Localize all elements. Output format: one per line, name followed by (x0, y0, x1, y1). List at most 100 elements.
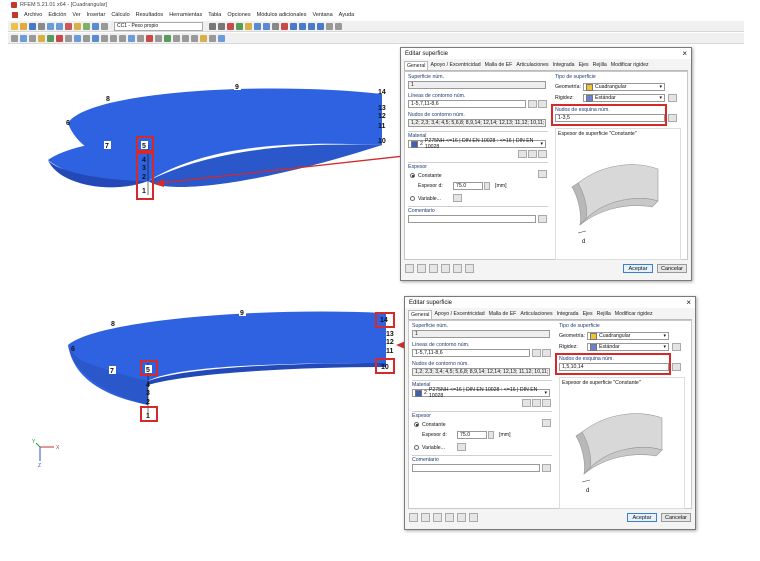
tab-general[interactable]: General (408, 310, 433, 319)
tab-hinges[interactable]: Articulaciones (514, 61, 550, 70)
prev-case-icon[interactable] (209, 22, 216, 30)
cancel-button[interactable]: Cancelar (661, 513, 691, 522)
numbering-icon[interactable] (218, 34, 225, 42)
menu-calculo[interactable]: Cálculo (111, 12, 129, 18)
iso-view-icon[interactable] (290, 22, 297, 30)
select-icon[interactable] (11, 34, 18, 42)
surface-icon[interactable] (47, 34, 54, 42)
edit-lines-icon[interactable] (542, 349, 551, 357)
boundary-lines-input[interactable]: 1-5,7,11-8,6 (408, 100, 526, 108)
tab-fe-mesh[interactable]: Malla de EF (483, 61, 515, 70)
info-icon[interactable] (457, 513, 466, 522)
menu-ventana[interactable]: Ventana (312, 12, 332, 18)
check-values-icon[interactable] (417, 264, 426, 273)
thickness-edit-icon[interactable] (538, 170, 547, 178)
menu-modulos[interactable]: Módulos adicionales (257, 12, 307, 18)
delete-icon[interactable] (146, 34, 153, 42)
menu-insertar[interactable]: Insertar (87, 12, 106, 18)
tab-support[interactable]: Apoyo / Excentricidad (428, 61, 482, 70)
line-icon[interactable] (20, 34, 27, 42)
member-icon[interactable] (38, 34, 45, 42)
stiffness-select[interactable]: Estándar ▾ (583, 94, 665, 102)
redo-icon[interactable] (56, 22, 63, 30)
tab-axes[interactable]: Ejes (581, 310, 595, 319)
variable-radio[interactable] (414, 445, 419, 450)
material-library-icon[interactable] (522, 399, 531, 407)
measure-icon[interactable] (155, 34, 162, 42)
divide-icon[interactable] (137, 34, 144, 42)
material-edit-icon[interactable] (542, 399, 551, 407)
next-case-icon[interactable] (218, 22, 225, 30)
tab-stiffness[interactable]: Modificar rigidez (613, 310, 655, 319)
constant-radio[interactable] (410, 173, 415, 178)
guide-icon[interactable] (191, 34, 198, 42)
menu-archivo[interactable]: Archivo (24, 12, 42, 18)
tab-fe-mesh[interactable]: Malla de EF (487, 310, 519, 319)
menu-resultados[interactable]: Resultados (136, 12, 164, 18)
check-icon[interactable] (164, 34, 171, 42)
tab-hinges[interactable]: Articulaciones (518, 310, 554, 319)
select-nodes-icon[interactable] (668, 114, 677, 122)
tab-integrated[interactable]: Integrada (551, 61, 577, 70)
material-edit-icon[interactable] (538, 150, 547, 158)
forces-icon[interactable] (236, 22, 243, 30)
edit-lines-icon[interactable] (538, 100, 547, 108)
geometry-select[interactable]: Cuadrangular ▾ (587, 332, 669, 340)
top-view-icon[interactable] (317, 22, 324, 30)
document-menu-icon[interactable] (12, 11, 18, 18)
check-values-icon[interactable] (421, 513, 430, 522)
geometry-select[interactable]: Cuadrangular ▾ (583, 83, 665, 91)
table-icon[interactable] (65, 22, 72, 30)
select-in-model-icon[interactable] (433, 513, 442, 522)
ok-button[interactable]: Aceptar (627, 513, 657, 522)
support-icon[interactable] (245, 22, 252, 30)
select-lines-icon[interactable] (532, 349, 541, 357)
menu-herramientas[interactable]: Herramientas (169, 12, 202, 18)
opening-icon[interactable] (65, 34, 72, 42)
view-icon[interactable] (92, 22, 99, 30)
material-select[interactable]: 2 P275NH <=16 | DIN EN 10028 : <=16 | DI… (408, 138, 546, 150)
grid-icon[interactable] (101, 22, 108, 30)
tab-support[interactable]: Apoyo / Excentricidad (432, 310, 486, 319)
units-icon[interactable] (465, 264, 474, 273)
new-file-icon[interactable] (11, 22, 18, 30)
variable-radio[interactable] (410, 196, 415, 201)
tab-general[interactable]: General (404, 61, 429, 70)
mirror-icon[interactable] (128, 34, 135, 42)
undo-icon[interactable] (47, 22, 54, 30)
close-icon[interactable]: × (686, 298, 691, 307)
load-case-select[interactable]: CC1 - Peso propio (114, 21, 203, 31)
menu-ver[interactable]: Ver (72, 12, 80, 18)
cut-icon[interactable] (281, 22, 288, 30)
open-folder-icon[interactable] (20, 22, 27, 30)
copy-icon[interactable] (119, 34, 126, 42)
comment-library-icon[interactable] (542, 464, 551, 472)
constant-radio[interactable] (414, 422, 419, 427)
calculate-icon[interactable] (74, 22, 81, 30)
comment-input[interactable] (408, 215, 536, 223)
tab-grid[interactable]: Rejilla (591, 61, 609, 70)
side-view-icon[interactable] (308, 22, 315, 30)
material-new-icon[interactable] (532, 399, 541, 407)
select-nodes-icon[interactable] (672, 363, 681, 371)
display-icon[interactable] (209, 34, 216, 42)
rotate-icon[interactable] (272, 22, 279, 30)
variable-settings-icon[interactable] (453, 194, 462, 202)
move-icon[interactable] (110, 34, 117, 42)
view-icon[interactable] (445, 513, 454, 522)
tab-axes[interactable]: Ejes (577, 61, 591, 70)
select-lines-icon[interactable] (528, 100, 537, 108)
tab-integrated[interactable]: Integrada (555, 310, 581, 319)
visibility-icon[interactable] (200, 34, 207, 42)
comment-library-icon[interactable] (538, 215, 547, 223)
thickness-spin-icon[interactable] (488, 431, 494, 439)
support-node-icon[interactable] (74, 34, 81, 42)
results-icon[interactable] (83, 22, 90, 30)
thickness-input[interactable]: 75.0 (457, 431, 487, 439)
view-icon[interactable] (441, 264, 450, 273)
menu-tabla[interactable]: Tabla (208, 12, 221, 18)
variable-settings-icon[interactable] (457, 443, 466, 451)
snap-icon[interactable] (173, 34, 180, 42)
help-icon[interactable] (405, 264, 414, 273)
material-select[interactable]: 2 P275NH <=16 | DIN EN 10028 : <=16 | DI… (412, 387, 550, 399)
